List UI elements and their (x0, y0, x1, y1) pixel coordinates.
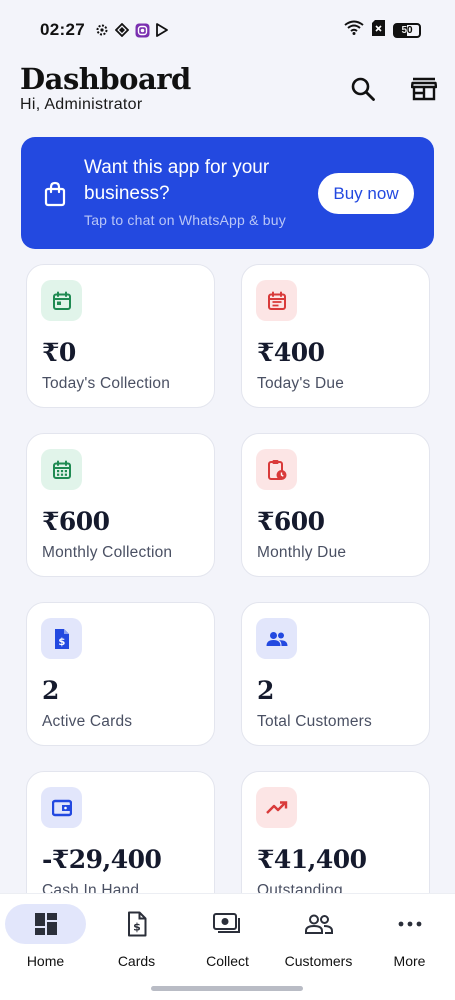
stat-card-todays-collection[interactable]: ₹0 Today's Collection (26, 264, 215, 408)
stat-value: 2 (257, 676, 274, 705)
clipboard-clock-icon (256, 449, 297, 490)
stat-label: Monthly Due (257, 544, 347, 561)
cash-icon (187, 904, 268, 944)
stat-value: ₹600 (42, 507, 110, 536)
page-title: Dashboard (20, 62, 191, 96)
stat-value: -₹29,400 (42, 845, 162, 874)
diamond-app-icon (115, 23, 130, 38)
nav-label: Customers (284, 953, 353, 969)
home-indicator[interactable] (151, 986, 303, 991)
wallet-icon (41, 787, 82, 828)
calendar-icon (41, 280, 82, 321)
dashboard-icon (5, 904, 86, 944)
search-button[interactable] (348, 74, 378, 104)
stat-card-todays-due[interactable]: ₹400 Today's Due (241, 264, 430, 408)
instagram-icon (135, 23, 150, 38)
status-bar: 02:27 50 (0, 0, 455, 60)
stat-label: Today's Collection (42, 375, 171, 392)
nav-label: More (393, 953, 426, 969)
nav-label: Cards (117, 953, 156, 969)
nav-more[interactable]: More (364, 904, 455, 974)
stat-value: 2 (42, 676, 59, 705)
nav-collect[interactable]: Collect (182, 904, 273, 974)
stat-card-total-customers[interactable]: 2 Total Customers (241, 602, 430, 746)
promo-subtitle: Tap to chat on WhatsApp & buy (84, 212, 286, 228)
promo-banner[interactable]: Want this app for your business? Tap to … (21, 137, 434, 249)
no-sim-icon (372, 19, 385, 41)
nav-label: Home (26, 953, 65, 969)
stat-card-monthly-due[interactable]: ₹600 Monthly Due (241, 433, 430, 577)
stat-card-monthly-collection[interactable]: ₹600 Monthly Collection (26, 433, 215, 577)
document-rupee-icon: $ (96, 904, 177, 944)
buy-now-button[interactable]: Buy now (318, 173, 414, 214)
nav-customers[interactable]: Customers (273, 904, 364, 974)
stat-value: ₹400 (257, 338, 325, 367)
stat-label: Today's Due (257, 375, 345, 392)
status-time: 02:27 (40, 20, 85, 39)
store-icon (411, 77, 437, 101)
bottom-navigation: Home $ Cards Collect Customers More (0, 893, 455, 1000)
promo-title: Want this app for your business? (84, 157, 270, 204)
shopping-bag-icon (44, 181, 66, 207)
page-header: Dashboard Hi, Administrator (20, 60, 437, 120)
notification-icons (95, 23, 170, 38)
settings-gear-icon (95, 23, 110, 38)
store-button[interactable] (409, 74, 439, 104)
greeting-text: Hi, Administrator (20, 96, 143, 113)
play-store-icon (155, 23, 170, 38)
system-status-icons: 50 (344, 19, 421, 41)
stat-label: Active Cards (42, 713, 133, 730)
battery-icon: 50 (393, 22, 421, 38)
calendar-month-icon (41, 449, 82, 490)
svg-text:$: $ (58, 637, 65, 648)
nav-label: Collect (206, 953, 249, 969)
svg-text:$: $ (133, 921, 141, 934)
trending-up-icon (256, 787, 297, 828)
wifi-icon (344, 20, 364, 40)
calendar-list-icon (256, 280, 297, 321)
people-icon (256, 618, 297, 659)
document-rupee-icon: $ (41, 618, 82, 659)
search-icon (351, 77, 375, 101)
stat-value: ₹600 (257, 507, 325, 536)
stat-label: Total Customers (257, 713, 372, 730)
stat-label: Monthly Collection (42, 544, 173, 561)
stat-value: ₹41,400 (257, 845, 367, 874)
people-icon (278, 904, 359, 944)
more-dots-icon (369, 904, 450, 944)
stat-value: ₹0 (42, 338, 76, 367)
nav-home[interactable]: Home (0, 904, 91, 974)
nav-cards[interactable]: $ Cards (91, 904, 182, 974)
stat-card-active-cards[interactable]: $ 2 Active Cards (26, 602, 215, 746)
